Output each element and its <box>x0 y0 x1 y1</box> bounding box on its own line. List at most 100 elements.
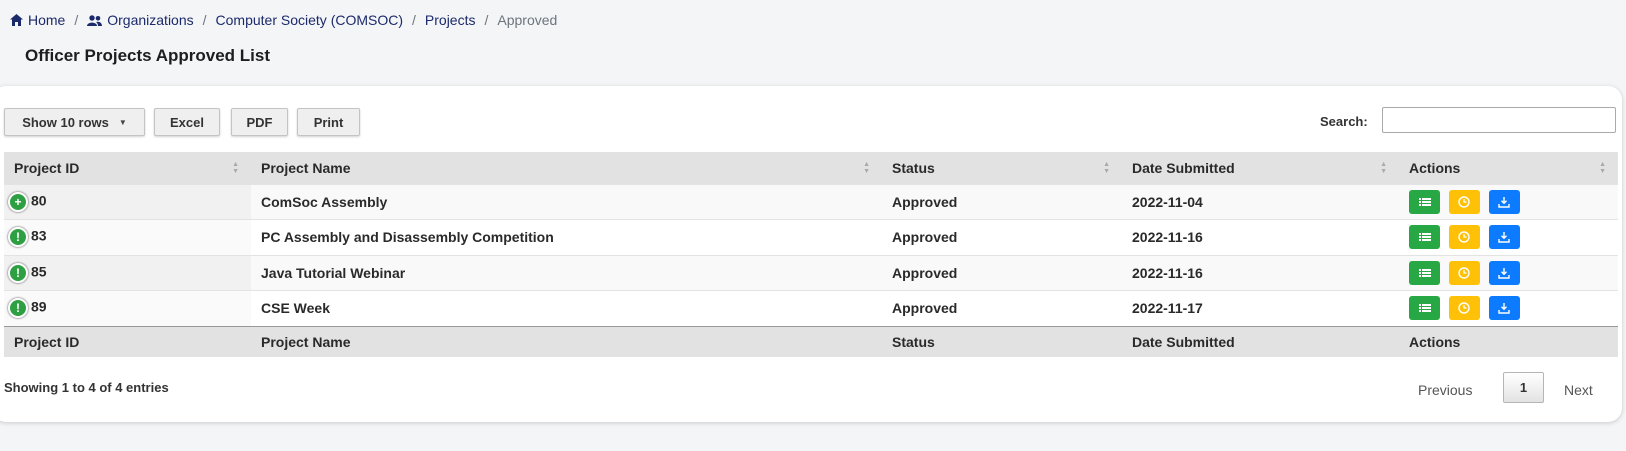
expand-row-icon[interactable]: ! <box>8 262 28 283</box>
breadcrumb-organizations[interactable]: Organizations <box>87 12 194 28</box>
expand-row-icon[interactable]: + <box>8 191 28 212</box>
cell-project-id: +80 <box>4 183 251 220</box>
column-header-project-id[interactable]: Project ID ▲ ▼ <box>4 152 251 184</box>
table-row: ! 89 CSE Week Approved 2022-11-17 <box>4 290 1618 326</box>
column-header-label: Project Name <box>261 159 351 176</box>
show-rows-label: Show 10 rows <box>22 114 109 130</box>
cell-date-submitted: 2022-11-16 <box>1122 219 1399 255</box>
breadcrumb: Home / Organizations / Computer Society … <box>10 10 557 30</box>
clock-icon <box>1458 231 1471 243</box>
sort-icon: ▲ ▼ <box>1103 161 1110 175</box>
table-body: +80 ComSoc Assembly Approved 2022-11-04 … <box>4 183 1618 326</box>
cell-project-name: PC Assembly and Disassembly Competition <box>251 219 882 255</box>
clock-icon <box>1458 302 1471 314</box>
view-details-button[interactable] <box>1409 225 1440 250</box>
cell-status: Approved <box>882 254 1122 291</box>
view-details-button[interactable] <box>1409 296 1440 321</box>
cell-project-name: ComSoc Assembly <box>251 183 882 220</box>
download-button[interactable] <box>1488 296 1520 321</box>
sort-icon: ▲ ▼ <box>1380 161 1387 175</box>
history-button[interactable] <box>1448 260 1480 285</box>
page-title: Officer Projects Approved List <box>25 46 270 65</box>
download-icon <box>1498 267 1510 279</box>
cell-actions <box>1399 254 1618 291</box>
footer-label-status: Status <box>882 325 1122 357</box>
page-1-button[interactable]: 1 <box>1503 372 1544 403</box>
table-footer-row: Project ID Project Name Status Date Subm… <box>4 325 1618 357</box>
breadcrumb-projects[interactable]: Projects <box>425 12 476 28</box>
cell-project-id: ! 85 <box>4 254 251 291</box>
cell-project-name: CSE Week <box>251 290 882 326</box>
list-icon <box>1418 197 1431 206</box>
footer-label-actions: Actions <box>1399 325 1618 357</box>
show-rows-button[interactable]: Show 10 rows ▼ <box>4 108 145 136</box>
breadcrumb-current: Approved <box>497 12 558 28</box>
expand-row-icon[interactable]: ! <box>8 298 28 319</box>
cell-status: Approved <box>882 219 1122 255</box>
history-button[interactable] <box>1448 189 1480 214</box>
caret-down-icon: ▼ <box>118 117 127 127</box>
download-icon <box>1498 303 1510 314</box>
previous-page-button[interactable]: Previous <box>1418 382 1472 398</box>
cell-actions <box>1399 290 1618 326</box>
sort-icon: ▲ ▼ <box>1599 161 1606 175</box>
table-info: Showing 1 to 4 of 4 entries <box>4 380 169 395</box>
cell-project-id: ! 83 <box>4 219 251 255</box>
download-icon <box>1498 232 1510 243</box>
users-icon <box>87 14 103 26</box>
table-row: ! 83 PC Assembly and Disassembly Competit… <box>4 219 1618 255</box>
cell-project-name: Java Tutorial Webinar <box>251 254 882 291</box>
list-icon <box>1418 233 1431 242</box>
table-row: +80 ComSoc Assembly Approved 2022-11-04 <box>4 183 1618 220</box>
column-header-status[interactable]: Status ▲ ▼ <box>882 152 1122 184</box>
table-row: ! 85 Java Tutorial Webinar Approved 2022-… <box>4 254 1618 291</box>
column-header-label: Date Submitted <box>1132 159 1235 176</box>
project-id: 85 <box>31 263 47 280</box>
search-input[interactable] <box>1382 107 1616 133</box>
project-id: 80 <box>31 192 47 209</box>
view-details-button[interactable] <box>1409 189 1440 214</box>
cell-actions <box>1399 219 1618 255</box>
search-label: Search: <box>1320 114 1368 129</box>
cell-status: Approved <box>882 290 1122 326</box>
excel-button[interactable]: Excel <box>154 108 220 136</box>
sort-icon: ▲ ▼ <box>863 161 870 175</box>
list-icon <box>1418 304 1431 313</box>
next-page-button[interactable]: Next <box>1564 382 1593 398</box>
view-details-button[interactable] <box>1409 260 1440 285</box>
breadcrumb-separator: / <box>484 12 489 28</box>
projects-table: Project ID ▲ ▼ Project Name ▲ ▼ Status ▲ ▼ Dat… <box>4 152 1618 357</box>
project-id: 89 <box>31 298 47 315</box>
history-button[interactable] <box>1448 296 1480 321</box>
footer-label-date-submitted: Date Submitted <box>1122 325 1399 357</box>
project-id: 83 <box>31 227 47 244</box>
cell-status: Approved <box>882 183 1122 220</box>
home-icon <box>10 14 23 26</box>
pdf-button[interactable]: PDF <box>231 108 288 136</box>
column-header-label: Status <box>892 159 935 176</box>
download-button[interactable] <box>1488 189 1520 214</box>
cell-actions <box>1399 183 1618 220</box>
cell-date-submitted: 2022-11-17 <box>1122 290 1399 326</box>
cell-project-id: ! 89 <box>4 290 251 326</box>
clock-icon <box>1458 196 1471 208</box>
history-button[interactable] <box>1448 225 1480 250</box>
print-button[interactable]: Print <box>297 108 360 136</box>
cell-date-submitted: 2022-11-04 <box>1122 183 1399 220</box>
breadcrumb-home[interactable]: Home <box>10 12 65 28</box>
column-header-label: Project ID <box>14 159 80 176</box>
column-header-project-name[interactable]: Project Name ▲ ▼ <box>251 152 882 184</box>
table-header-row: Project ID ▲ ▼ Project Name ▲ ▼ Status ▲ ▼ Dat… <box>4 152 1618 184</box>
breadcrumb-separator: / <box>74 12 79 28</box>
breadcrumb-organization[interactable]: Computer Society (COMSOC) <box>216 12 403 28</box>
download-icon <box>1498 196 1510 208</box>
column-header-actions[interactable]: Actions ▲ ▼ <box>1399 152 1618 184</box>
breadcrumb-home-label: Home <box>28 12 66 28</box>
download-button[interactable] <box>1488 225 1520 250</box>
breadcrumb-separator: / <box>202 12 207 28</box>
footer-label-project-name: Project Name <box>251 325 882 357</box>
breadcrumb-separator: / <box>412 12 416 28</box>
expand-row-icon[interactable]: ! <box>8 227 28 248</box>
download-button[interactable] <box>1488 260 1520 285</box>
column-header-date-submitted[interactable]: Date Submitted ▲ ▼ <box>1122 152 1399 184</box>
